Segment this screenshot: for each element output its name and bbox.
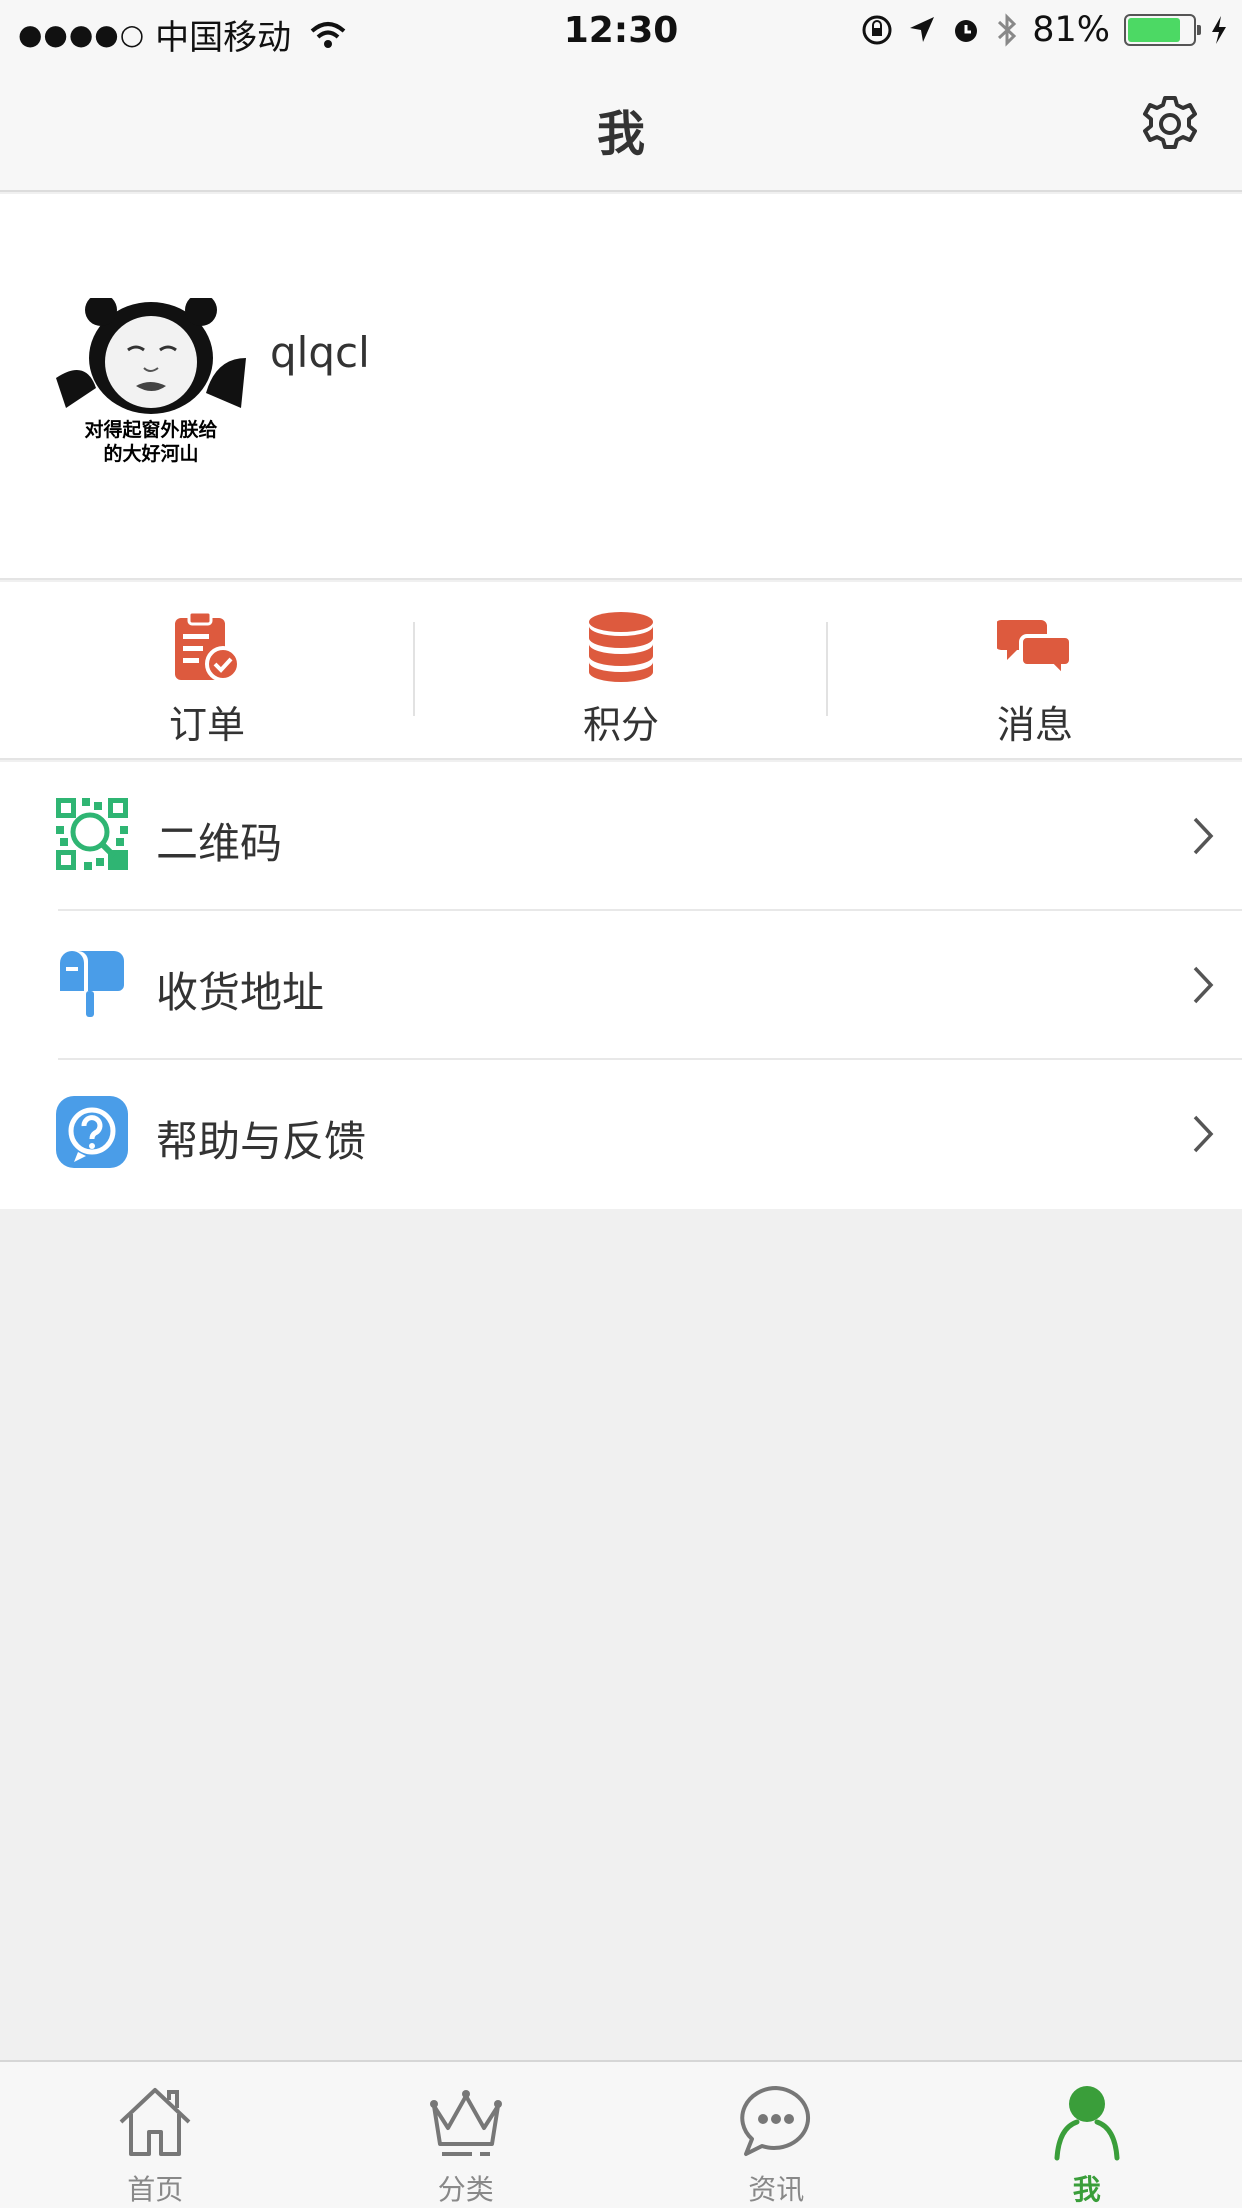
menu-item-help-feedback[interactable]: 帮助与反馈 [0, 1060, 1242, 1209]
tab-category[interactable]: 分类 [311, 2062, 622, 2208]
nav-bar: 我 [0, 62, 1242, 192]
tab-me[interactable]: 我 [932, 2062, 1242, 2208]
chevron-right-icon [1193, 966, 1214, 1004]
divider [826, 622, 828, 716]
page-title: 我 [596, 106, 645, 162]
profile-card[interactable]: 对得起窗外朕给 的大好河山 qlqcl [0, 194, 1242, 580]
avatar-caption: 对得起窗外朕给 的大好河山 [84, 419, 218, 465]
tab-home[interactable]: 首页 [0, 2062, 311, 2208]
chevron-right-icon [1193, 1115, 1214, 1153]
chat-bubble-icon [740, 2086, 811, 2156]
battery-percent: 81% [1032, 10, 1110, 50]
signal-strength: ●●●●○ [18, 18, 146, 51]
menu-item-qr-code[interactable]: 二维码 [0, 762, 1242, 911]
bluetooth-icon [998, 13, 1017, 47]
mailbox-icon [60, 951, 124, 1017]
alarm-icon [955, 20, 978, 42]
shortcut-messages[interactable]: 消息 [828, 582, 1242, 758]
menu-list: 二维码 收货地址 帮助与反馈 [0, 762, 1242, 1209]
status-bar: ●●●●○ 中国移动 12:30 81% [0, 0, 1242, 62]
points-coins-icon [589, 612, 653, 682]
tab-news[interactable]: 资讯 [621, 2062, 932, 2208]
order-clipboard-icon [175, 610, 241, 682]
chevron-right-icon [1193, 817, 1214, 855]
wifi-icon [310, 21, 346, 48]
tab-label: 分类 [437, 2173, 494, 2206]
help-icon [56, 1096, 128, 1168]
tab-label: 首页 [127, 2173, 184, 2206]
avatar[interactable]: 对得起窗外朕给 的大好河山 [56, 294, 246, 474]
gear-icon [1143, 96, 1197, 149]
message-chat-icon [997, 620, 1073, 681]
shortcut-points[interactable]: 积分 [414, 582, 828, 758]
qr-code-icon [56, 798, 128, 870]
crown-icon [429, 2090, 502, 2156]
tab-label: 资讯 [748, 2173, 805, 2206]
location-arrow-icon [910, 17, 935, 42]
shortcut-orders[interactable]: 订单 [0, 582, 414, 758]
shortcut-label: 积分 [582, 703, 659, 747]
charging-bolt-icon [1212, 16, 1226, 44]
shortcut-bar: 订单 积分 消息 [0, 582, 1242, 760]
settings-button[interactable] [1138, 92, 1202, 156]
carrier-name: 中国移动 [155, 18, 292, 58]
person-icon [1054, 2086, 1120, 2161]
menu-item-label: 帮助与反馈 [156, 1117, 367, 1166]
shortcut-label: 订单 [168, 703, 245, 747]
battery-fill [1128, 18, 1180, 42]
tab-bar: 首页 分类 资讯 我 [0, 2060, 1242, 2208]
panda-meme-avatar [56, 294, 246, 414]
menu-item-label: 收货地址 [156, 968, 325, 1017]
home-icon [119, 2088, 191, 2156]
divider [413, 622, 415, 716]
username: qlqcl [270, 328, 370, 377]
tab-label: 我 [1072, 2173, 1101, 2206]
shortcut-label: 消息 [996, 703, 1073, 747]
menu-item-label: 二维码 [156, 819, 283, 868]
battery-icon [1124, 14, 1201, 46]
menu-item-shipping-address[interactable]: 收货地址 [0, 911, 1242, 1060]
orientation-lock-icon [862, 15, 892, 45]
